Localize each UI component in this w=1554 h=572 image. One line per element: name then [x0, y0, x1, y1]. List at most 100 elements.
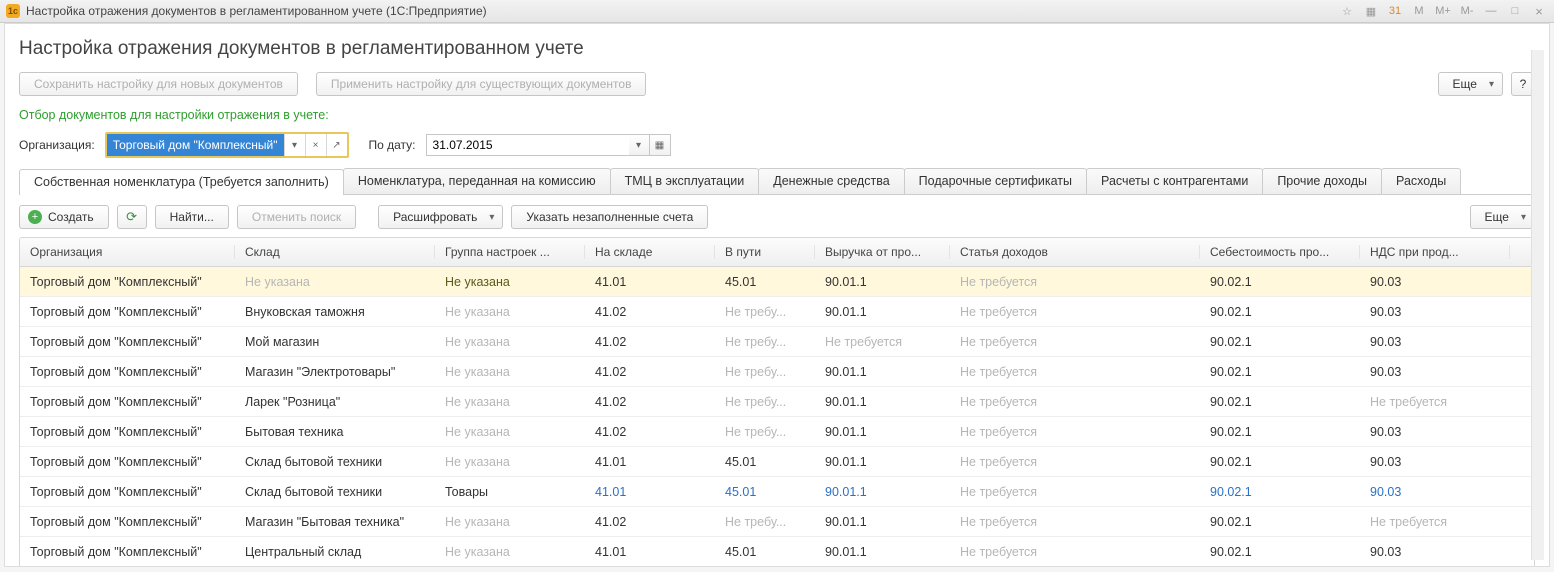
cell-nds: 90.03 — [1360, 485, 1510, 499]
calc-icon[interactable]: ▦ — [1362, 3, 1380, 19]
org-value: Торговый дом "Комплексный" — [107, 134, 284, 156]
mem-mplus-icon[interactable]: M+ — [1434, 3, 1452, 19]
cell-sklad: Внуковская таможня — [235, 305, 435, 319]
table-row[interactable]: Торговый дом "Комплексный"Внуковская там… — [20, 297, 1534, 327]
tab-5[interactable]: Расчеты с контрагентами — [1086, 168, 1263, 194]
column-header-0[interactable]: Организация — [20, 245, 235, 259]
column-header-4[interactable]: В пути — [715, 245, 815, 259]
save-settings-button[interactable]: Сохранить настройку для новых документов — [19, 72, 298, 96]
org-field[interactable]: Торговый дом "Комплексный" ▾ × ↗ — [105, 132, 349, 158]
cell-dohod: Не требуется — [950, 515, 1200, 529]
cell-vyruchka: 90.01.1 — [815, 425, 950, 439]
tab-6[interactable]: Прочие доходы — [1262, 168, 1382, 194]
cell-group: Не указана — [435, 305, 585, 319]
cell-sklad: Не указана — [235, 275, 435, 289]
grid-body[interactable]: Торговый дом "Комплексный"Не указанаНе у… — [20, 267, 1534, 567]
tab-7[interactable]: Расходы — [1381, 168, 1461, 194]
apply-settings-button[interactable]: Применить настройку для существующих док… — [316, 72, 647, 96]
page-scrollbar[interactable] — [1531, 50, 1544, 560]
cell-vyruchka: 90.01.1 — [815, 365, 950, 379]
org-open-icon[interactable]: ↗ — [326, 134, 347, 156]
tab-0[interactable]: Собственная номенклатура (Требуется запо… — [19, 169, 344, 195]
cell-nds: 90.03 — [1360, 545, 1510, 559]
calendar-icon[interactable]: 31 — [1386, 3, 1404, 19]
tab-2[interactable]: ТМЦ в эксплуатации — [610, 168, 760, 194]
mem-m-icon[interactable]: M — [1410, 3, 1428, 19]
cell-vputi: Не требу... — [715, 515, 815, 529]
column-header-1[interactable]: Склад — [235, 245, 435, 259]
cell-org: Торговый дом "Комплексный" — [20, 455, 235, 469]
cell-org: Торговый дом "Комплексный" — [20, 275, 235, 289]
cell-vyruchka: 90.01.1 — [815, 395, 950, 409]
decode-button[interactable]: Расшифровать — [378, 205, 503, 229]
column-header-5[interactable]: Выручка от про... — [815, 245, 950, 259]
cell-dohod: Не требуется — [950, 365, 1200, 379]
column-header-2[interactable]: Группа настроек ... — [435, 245, 585, 259]
table-row[interactable]: Торговый дом "Комплексный"Не указанаНе у… — [20, 267, 1534, 297]
minimize-icon[interactable]: — — [1482, 3, 1500, 19]
cell-vputi: Не требу... — [715, 335, 815, 349]
tab-4[interactable]: Подарочные сертификаты — [904, 168, 1087, 194]
create-button[interactable]: + Создать — [19, 205, 109, 229]
date-dropdown-icon[interactable]: ▾ — [629, 134, 650, 156]
cell-dohod: Не требуется — [950, 335, 1200, 349]
cell-sklad: Ларек "Розница" — [235, 395, 435, 409]
tab-3[interactable]: Денежные средства — [758, 168, 904, 194]
cell-nasklade: 41.02 — [585, 395, 715, 409]
org-clear-icon[interactable]: × — [305, 134, 326, 156]
cell-vyruchka: 90.01.1 — [815, 515, 950, 529]
cell-sebest: 90.02.1 — [1200, 425, 1360, 439]
tab-1[interactable]: Номенклатура, переданная на комиссию — [343, 168, 611, 194]
cell-nasklade: 41.02 — [585, 305, 715, 319]
star-icon[interactable]: ☆ — [1338, 3, 1356, 19]
cell-vputi: 45.01 — [715, 485, 815, 499]
cell-org: Торговый дом "Комплексный" — [20, 545, 235, 559]
table-row[interactable]: Торговый дом "Комплексный"Склад бытовой … — [20, 447, 1534, 477]
more-button[interactable]: Еще — [1438, 72, 1503, 96]
window-title: Настройка отражения документов в регламе… — [26, 4, 487, 18]
filter-subtitle: Отбор документов для настройки отражения… — [19, 108, 1535, 122]
table-more-button[interactable]: Еще — [1470, 205, 1535, 229]
date-input[interactable] — [426, 134, 629, 156]
cancel-search-button[interactable]: Отменить поиск — [237, 205, 356, 229]
cell-nasklade: 41.02 — [585, 515, 715, 529]
column-header-6[interactable]: Статья доходов — [950, 245, 1200, 259]
cell-dohod: Не требуется — [950, 305, 1200, 319]
cell-sebest: 90.02.1 — [1200, 545, 1360, 559]
mem-mminus-icon[interactable]: M- — [1458, 3, 1476, 19]
cell-sklad: Мой магазин — [235, 335, 435, 349]
date-calendar-icon[interactable]: ▦ — [650, 134, 671, 156]
cell-sebest: 90.02.1 — [1200, 275, 1360, 289]
fill-empty-button[interactable]: Указать незаполненные счета — [511, 205, 708, 229]
cell-group: Не указана — [435, 275, 585, 289]
maximize-icon[interactable]: □ — [1506, 3, 1524, 19]
cell-nasklade: 41.01 — [585, 275, 715, 289]
cell-sebest: 90.02.1 — [1200, 365, 1360, 379]
table-row[interactable]: Торговый дом "Комплексный"Мой магазин Не … — [20, 327, 1534, 357]
column-header-7[interactable]: Себестоимость про... — [1200, 245, 1360, 259]
cell-sklad: Склад бытовой техники — [235, 455, 435, 469]
find-button[interactable]: Найти... — [155, 205, 229, 229]
cell-sebest: 90.02.1 — [1200, 335, 1360, 349]
table-row[interactable]: Торговый дом "Комплексный"Магазин "Бытов… — [20, 507, 1534, 537]
create-label: Создать — [48, 210, 94, 224]
close-icon[interactable]: × — [1530, 3, 1548, 19]
date-field[interactable]: ▾ ▦ — [426, 134, 671, 156]
cell-sklad: Магазин "Электротовары" — [235, 365, 435, 379]
cell-group: Не указана — [435, 455, 585, 469]
grid-header: ОрганизацияСкладГруппа настроек ...На ск… — [20, 238, 1534, 267]
cell-nds: 90.03 — [1360, 455, 1510, 469]
refresh-button[interactable]: ⟳ — [117, 205, 147, 229]
cell-sklad: Склад бытовой техники — [235, 485, 435, 499]
cell-vyruchka: 90.01.1 — [815, 305, 950, 319]
table-row[interactable]: Торговый дом "Комплексный"Магазин "Элект… — [20, 357, 1534, 387]
column-header-8[interactable]: НДС при прод... — [1360, 245, 1510, 259]
table-row[interactable]: Торговый дом "Комплексный"Центральный ск… — [20, 537, 1534, 567]
org-dropdown-icon[interactable]: ▾ — [284, 134, 305, 156]
table-row[interactable]: Торговый дом "Комплексный"Бытовая техник… — [20, 417, 1534, 447]
cell-group: Товары — [435, 485, 585, 499]
table-row[interactable]: Торговый дом "Комплексный"Склад бытовой … — [20, 477, 1534, 507]
table-row[interactable]: Торговый дом "Комплексный"Ларек "Розница… — [20, 387, 1534, 417]
cell-org: Торговый дом "Комплексный" — [20, 335, 235, 349]
column-header-3[interactable]: На складе — [585, 245, 715, 259]
